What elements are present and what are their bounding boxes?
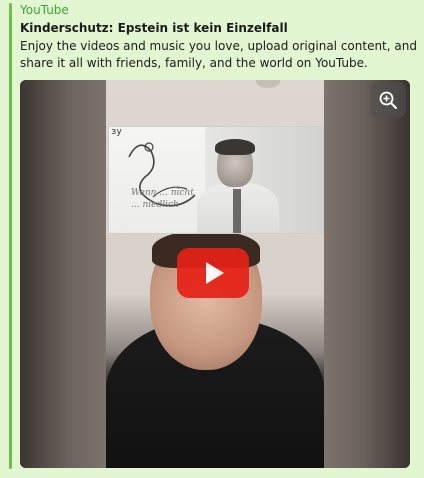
zoom-button[interactable]	[370, 82, 406, 118]
blurred-backdrop-right	[324, 80, 410, 468]
inset-corner-label: зу	[111, 127, 122, 137]
accent-bar	[9, 3, 12, 469]
inset-photo: зу Wenn ... nicht ... niedlich	[108, 126, 324, 234]
play-button[interactable]	[177, 248, 249, 298]
video-thumbnail[interactable]: зу Wenn ... nicht ... niedlich	[20, 80, 410, 468]
ceiling-light	[256, 80, 280, 88]
inset-person-hair	[215, 139, 255, 155]
link-preview-card[interactable]: YouTube Kinderschutz: Epstein ist kein E…	[0, 0, 424, 478]
youtube-play-icon	[206, 262, 224, 284]
preview-source[interactable]: YouTube	[20, 2, 69, 18]
swan-drawing-icon	[128, 142, 196, 207]
blurred-backdrop-left	[20, 80, 106, 468]
zoom-in-icon	[379, 91, 397, 109]
inset-drawing-panel	[109, 127, 209, 233]
inset-person-tie	[233, 189, 241, 233]
preview-description: Enjoy the videos and music you love, upl…	[20, 39, 417, 70]
inset-handwriting: Wenn ... nicht ... niedlich	[131, 188, 194, 210]
preview-title[interactable]: Kinderschutz: Epstein ist kein Einzelfal…	[20, 20, 288, 36]
